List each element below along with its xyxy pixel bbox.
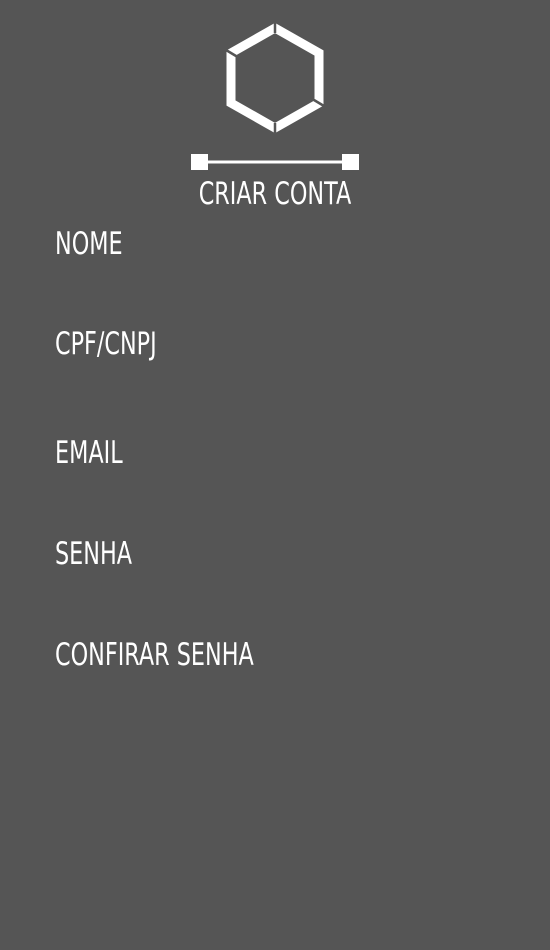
title-divider xyxy=(191,154,359,170)
password-field-label[interactable]: SENHA xyxy=(55,532,132,576)
cpf-cnpj-field-label[interactable]: CPF/CNPJ xyxy=(55,322,157,366)
hexagon-icon xyxy=(225,22,325,134)
email-field-label[interactable]: EMAIL xyxy=(55,431,123,475)
name-field-label[interactable]: NOME xyxy=(55,222,123,266)
page-title: CRIAR CONTA xyxy=(198,176,352,212)
confirm-password-field-label[interactable]: CONFIRAR SENHA xyxy=(55,633,254,677)
